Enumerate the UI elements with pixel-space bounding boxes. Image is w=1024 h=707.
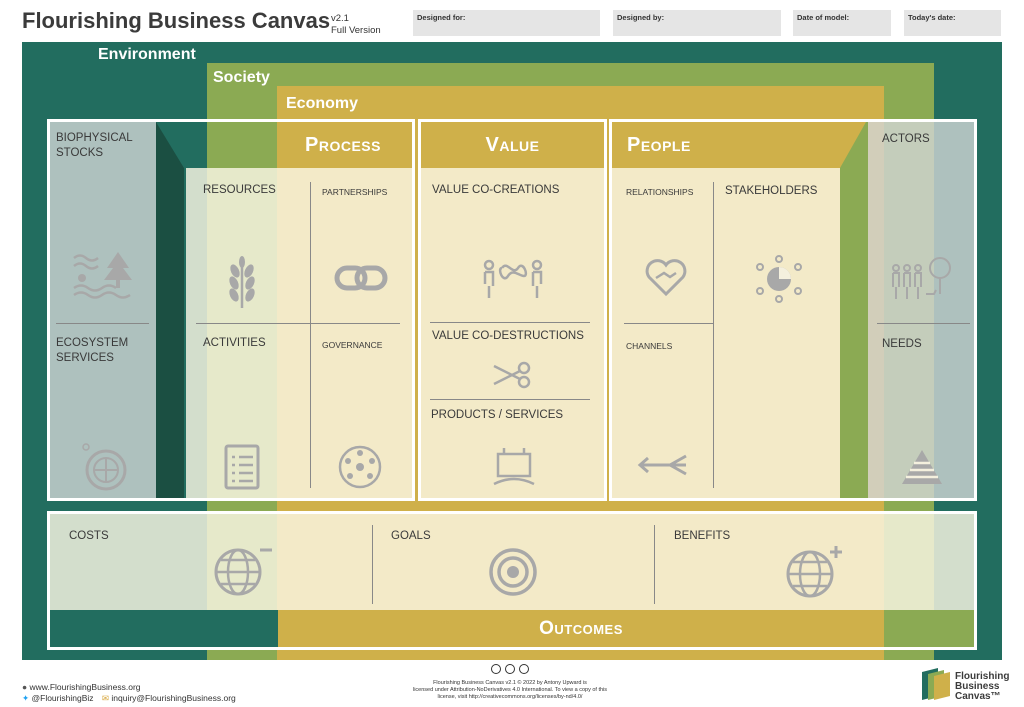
outcomes-divider-1	[372, 525, 373, 604]
benefits-label: BENEFITS	[674, 530, 731, 542]
stakeholders-pie-icon	[752, 255, 806, 303]
society-label: Society	[213, 69, 270, 86]
value-co-creations-label: VALUE CO-CREATIONS	[432, 184, 560, 196]
version-number: v2.1	[331, 13, 349, 24]
landscape-tree-icon	[72, 250, 134, 302]
people-frame	[609, 119, 977, 501]
canvas-title: Flourishing Business Canvas	[22, 8, 331, 33]
target-icon	[487, 546, 539, 598]
channels-arrows-icon	[636, 452, 690, 478]
globe-small-icon: ●	[22, 682, 28, 692]
handshake-heart-icon	[644, 258, 688, 298]
outcomes-divider-2	[654, 525, 655, 604]
resources-label: RESOURCES	[203, 184, 276, 196]
people-h-divider	[624, 323, 713, 324]
people-v-divider	[713, 182, 714, 488]
channels-label: CHANNELS	[626, 341, 673, 351]
partnerships-label: PARTNERSHIPS	[322, 187, 388, 197]
biophysical-stocks-label: BIOPHYSICAL STOCKS	[56, 132, 133, 159]
actors-label: ACTORS	[882, 133, 930, 145]
globe-recycle-icon	[80, 440, 130, 492]
value-divider-1	[430, 322, 590, 323]
environment-label: Environment	[98, 46, 196, 63]
actors-people-tree-icon	[890, 256, 956, 302]
website-link[interactable]: ● www.FlourishingBusiness.org	[22, 682, 141, 692]
relationships-label: RELATIONSHIPS	[626, 187, 694, 197]
env-divider	[56, 323, 149, 324]
governance-label: GOVERNANCE	[322, 340, 383, 350]
version-note: Full Version	[331, 25, 381, 36]
cc-icons	[486, 664, 534, 676]
globe-minus-icon	[212, 540, 274, 600]
twitter-icon: ✦	[22, 693, 30, 703]
goals-label: GOALS	[391, 530, 431, 542]
email-link[interactable]: inquiry@FlourishingBusiness.org	[111, 693, 235, 703]
economy-label: Economy	[286, 95, 359, 112]
governance-circle-icon	[336, 443, 384, 491]
designed-for-field[interactable]: Designed for:	[413, 10, 600, 36]
activities-label: ACTIVITIES	[203, 337, 266, 349]
products-services-label: PRODUCTS / SERVICES	[431, 409, 564, 421]
chain-link-icon	[334, 263, 388, 293]
process-h-divider	[196, 323, 400, 324]
fbc-logo	[922, 668, 950, 705]
license-text: Flourishing Business Canvas v2.1 © 2022 …	[412, 680, 608, 700]
date-of-model-field[interactable]: Date of model:	[793, 10, 891, 36]
wheat-icon	[222, 255, 262, 310]
fbc-logo-text: Flourishing Business Canvas™	[955, 671, 1010, 702]
needs-pyramid-icon	[900, 448, 944, 486]
checklist-icon	[223, 443, 263, 491]
twitter-handle[interactable]: @FlourishingBiz	[32, 693, 94, 703]
value-divider-2	[430, 399, 590, 400]
version-info: v2.1 Full Version	[331, 13, 381, 37]
needs-label: NEEDS	[882, 338, 922, 350]
stakeholders-label: STAKEHOLDERS	[725, 185, 818, 197]
value-co-destructions-label: VALUE CO-DESTRUCTIONS	[432, 330, 584, 342]
products-box-icon	[490, 444, 538, 490]
nd-icon	[519, 664, 529, 674]
cc-icon	[491, 664, 501, 674]
designed-by-field[interactable]: Designed by:	[613, 10, 781, 36]
scissors-icon	[490, 360, 534, 390]
mail-icon: ✉	[101, 693, 110, 703]
by-icon	[505, 664, 515, 674]
process-v-divider	[310, 182, 311, 488]
costs-label: COSTS	[69, 530, 109, 542]
fbc-logo-icon	[922, 668, 950, 700]
todays-date-field[interactable]: Today's date:	[904, 10, 1001, 36]
ecosystem-services-label: ECOSYSTEM SERVICES	[56, 337, 129, 364]
contact-line: ✦ @FlourishingBiz ✉ inquiry@FlourishingB…	[22, 693, 236, 704]
globe-plus-icon	[784, 540, 846, 600]
people-infinity-icon	[480, 256, 546, 300]
actors-divider	[877, 323, 970, 324]
